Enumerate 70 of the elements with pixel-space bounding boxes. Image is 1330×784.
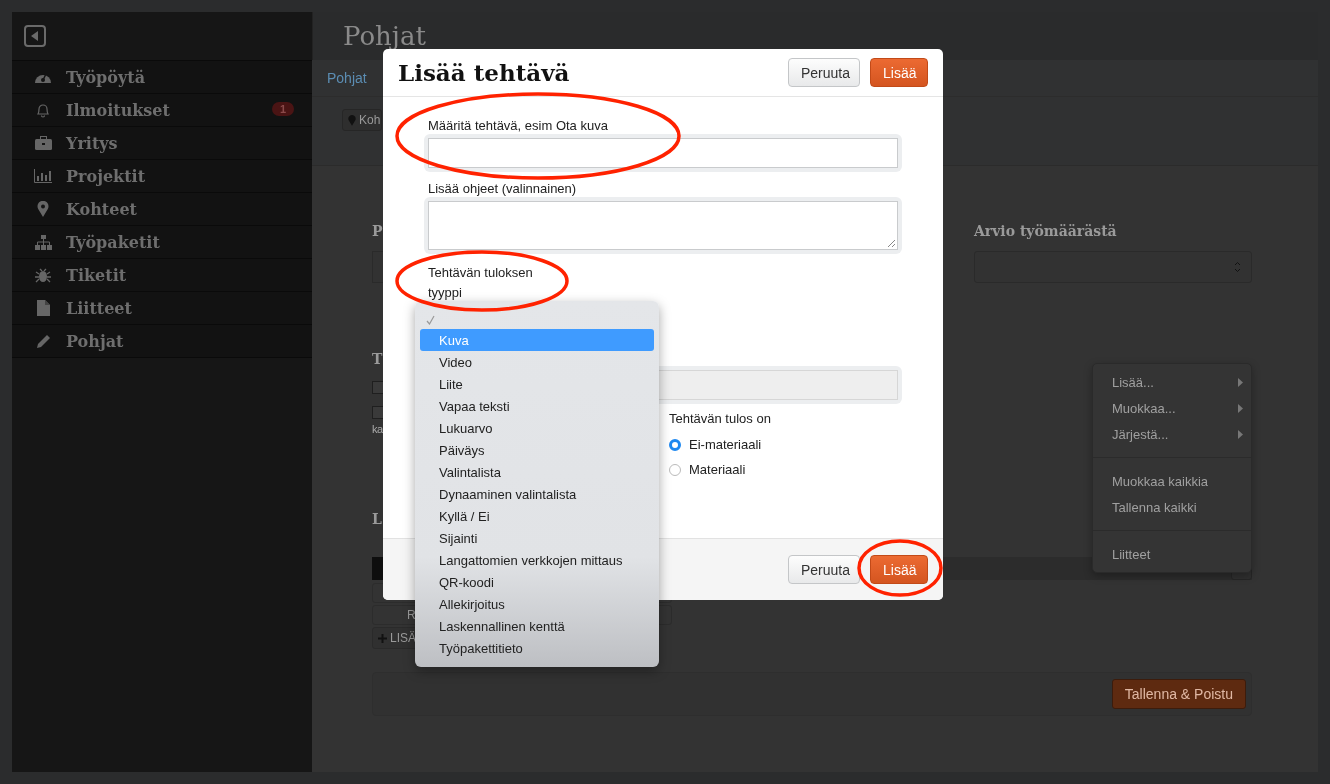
map-pin-icon [37, 201, 49, 217]
sidebar-item[interactable]: Pohjat [12, 325, 312, 358]
radio-label: Materiaali [689, 462, 746, 477]
sidebar-item[interactable]: Kohteet [12, 193, 312, 226]
field-label: Arvio työmäärästä [974, 223, 1118, 239]
menu-item[interactable]: Muokkaa kaikkia [1093, 468, 1251, 494]
radio-button[interactable] [669, 438, 681, 451]
cancel-button[interactable]: Peruuta [788, 555, 860, 584]
add-button[interactable]: Lisää [870, 58, 928, 87]
input-field[interactable] [372, 251, 384, 283]
section-heading: L [372, 511, 382, 527]
radio-label: Ei-materiaali [689, 437, 762, 452]
page-title: Pohjat [343, 21, 426, 51]
menu-item[interactable]: Liitteet [1093, 541, 1251, 567]
field-label: P [372, 223, 384, 239]
dropdown-option[interactable]: Video [420, 351, 654, 373]
sidebar-item[interactable]: Työpöytä [12, 61, 312, 94]
sidebar-item[interactable]: Yritys [12, 127, 312, 160]
location-button[interactable]: Koh [342, 109, 382, 131]
bell-icon [35, 102, 51, 118]
file-icon [36, 300, 50, 316]
section-heading: T [372, 351, 383, 367]
menu-item[interactable]: Järjestä... [1093, 421, 1251, 447]
dropdown-option[interactable]: Päiväys [420, 439, 654, 461]
submenu-arrow-icon [1238, 429, 1243, 439]
dropdown-option[interactable]: Kyllä / Ei [420, 505, 654, 527]
dropdown-option[interactable]: Valintalista [420, 461, 654, 483]
notification-badge: 1 [271, 102, 294, 116]
pencil-icon [35, 333, 51, 349]
add-button[interactable]: Lisää [870, 555, 928, 584]
map-pin-icon [348, 114, 356, 126]
collapse-sidebar-icon[interactable] [24, 25, 46, 47]
resize-grip-icon[interactable] [888, 240, 895, 247]
breadcrumb-link[interactable]: Pohjat [327, 70, 367, 86]
sidebar-item[interactable]: Ilmoitukset 1 [12, 94, 312, 127]
dropdown-option[interactable]: Liite [420, 373, 654, 395]
bug-icon [35, 267, 51, 283]
sidebar-item[interactable]: Projektit [12, 160, 312, 193]
dropdown-option[interactable]: Lukuarvo [420, 417, 654, 439]
menu-item[interactable]: Tallenna kaikki [1093, 494, 1251, 520]
plus-icon [378, 633, 387, 643]
briefcase-icon [34, 136, 52, 150]
submenu-arrow-icon [1238, 403, 1243, 413]
field-label: Lisää ohjeet (valinnainen) [428, 181, 577, 196]
submenu-arrow-icon [1238, 377, 1243, 387]
radio-button[interactable] [669, 463, 681, 476]
cancel-button[interactable]: Peruuta [788, 58, 860, 87]
field-label: Tehtävän tulos on [669, 411, 771, 426]
sitemap-icon [34, 234, 52, 250]
dropdown-option[interactable]: Langattomien verkkojen mittaus [420, 549, 654, 571]
dropdown-option[interactable]: QR-koodi [420, 571, 654, 593]
sidebar-item[interactable]: Liitteet [12, 292, 312, 325]
menu-item[interactable]: Muokkaa... [1093, 395, 1251, 421]
dropdown-option[interactable]: Allekirjoitus [420, 593, 654, 615]
sidebar-item[interactable]: Tiketit [12, 259, 312, 292]
field-label: Määritä tehtävä, esim Ota kuva [428, 118, 608, 133]
dropdown-option[interactable]: Vapaa teksti [420, 395, 654, 417]
dropdown-option[interactable]: Laskennallinen kenttä [420, 615, 654, 637]
dialog-title: Lisää tehtävä [398, 59, 570, 86]
dropdown-option[interactable]: Kuva [420, 329, 654, 351]
dropdown-option[interactable]: Sijainti [420, 527, 654, 549]
dropdown-option[interactable]: Työpakettitieto [420, 637, 654, 659]
sidebar-item[interactable]: Työpaketit [12, 226, 312, 259]
field-label: Tehtävän tuloksen tyyppi [428, 264, 534, 302]
dropdown-option[interactable]: Dynaaminen valintalista [420, 483, 654, 505]
number-field[interactable] [974, 251, 1252, 283]
save-and-exit-button[interactable]: Tallenna & Poistu [1111, 679, 1246, 709]
bar-chart-icon [34, 169, 52, 183]
menu-item[interactable]: Lisää... [1093, 369, 1251, 395]
checkbox-label: ka [372, 423, 383, 435]
